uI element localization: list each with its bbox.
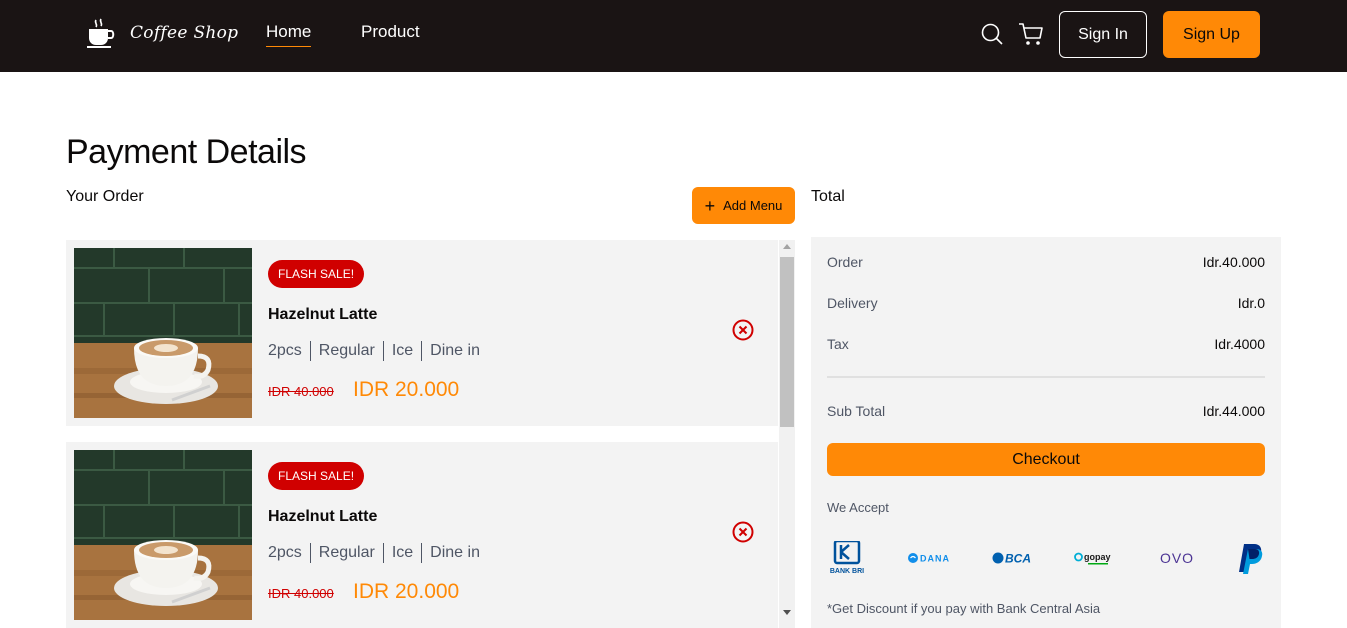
- navbar: Coffee Shop Home Product Sign In Sign Up: [0, 0, 1347, 72]
- product-image: [74, 450, 252, 620]
- item-service: Dine in: [430, 544, 480, 561]
- product-image: [74, 248, 252, 418]
- order-value: Idr.40.000: [1202, 254, 1265, 270]
- scroll-thumb[interactable]: [780, 257, 794, 427]
- paypal-logo: [1237, 542, 1265, 574]
- brand-logo[interactable]: Coffee Shop: [86, 18, 238, 48]
- gopay-wordmark: gopay: [1084, 552, 1111, 562]
- bca-logo: BCA: [992, 550, 1034, 566]
- original-price: IDR 40.000: [268, 384, 334, 399]
- sign-up-button[interactable]: Sign Up: [1163, 11, 1260, 58]
- summary-row-tax: Tax Idr.4000: [827, 336, 1265, 352]
- dana-wordmark: DANA: [920, 554, 950, 564]
- separator: [421, 341, 423, 361]
- bca-wordmark: BCA: [1005, 552, 1031, 566]
- separator: [382, 341, 384, 361]
- item-qty: 2pcs: [268, 342, 302, 359]
- separator: [309, 341, 311, 361]
- subtotal-value: Idr.44.000: [1202, 403, 1265, 419]
- item-options: 2pcs Regular Ice Dine in: [268, 543, 480, 563]
- discount-note: *Get Discount if you pay with Bank Centr…: [827, 601, 1101, 616]
- item-options: 2pcs Regular Ice Dine in: [268, 341, 480, 361]
- item-temperature: Ice: [391, 342, 414, 359]
- checkout-button[interactable]: Checkout: [827, 443, 1265, 476]
- brand-name: Coffee Shop: [130, 23, 239, 43]
- sign-in-button[interactable]: Sign In: [1059, 11, 1147, 58]
- item-name: Hazelnut Latte: [268, 508, 378, 525]
- remove-circle-x-icon[interactable]: [732, 319, 754, 341]
- total-panel: Order Idr.40.000 Delivery Idr.0 Tax Idr.…: [811, 237, 1281, 628]
- we-accept-label: We Accept: [827, 500, 889, 515]
- dana-logo: DANA: [907, 550, 951, 566]
- sale-price: IDR 20.000: [353, 580, 460, 603]
- original-price: IDR 40.000: [268, 586, 334, 601]
- item-name: Hazelnut Latte: [268, 306, 378, 323]
- delivery-label: Delivery: [827, 295, 878, 311]
- ovo-wordmark: OVO: [1160, 550, 1194, 566]
- nav-link-home[interactable]: Home: [266, 22, 312, 47]
- payment-methods: BANK BRI DANA BCA gopay OVO: [827, 540, 1265, 576]
- cart-icon[interactable]: [1018, 22, 1044, 46]
- page-title: Payment Details: [66, 133, 307, 171]
- summary-divider: [827, 376, 1265, 378]
- tax-label: Tax: [827, 336, 849, 352]
- search-icon[interactable]: [980, 22, 1004, 46]
- separator: [421, 543, 423, 563]
- total-heading: Total: [811, 188, 845, 205]
- gopay-logo: gopay: [1074, 550, 1116, 566]
- remove-circle-x-icon[interactable]: [732, 521, 754, 543]
- add-menu-label: Add Menu: [723, 198, 783, 213]
- item-qty: 2pcs: [268, 544, 302, 561]
- your-order-heading: Your Order: [66, 188, 144, 205]
- separator: [382, 543, 384, 563]
- bri-wordmark: BANK BRI: [830, 568, 864, 575]
- item-size: Regular: [318, 342, 375, 359]
- plus-icon: +: [704, 195, 716, 216]
- add-menu-button[interactable]: + Add Menu: [692, 187, 795, 224]
- order-list-scrollbar[interactable]: [779, 240, 795, 628]
- item-temperature: Ice: [391, 544, 414, 561]
- order-list[interactable]: FLASH SALE! Hazelnut Latte 2pcs Regular …: [66, 240, 795, 628]
- summary-row-order: Order Idr.40.000: [827, 254, 1265, 270]
- ovo-logo: OVO: [1157, 550, 1197, 566]
- scroll-up-arrow-icon[interactable]: [783, 244, 791, 249]
- item-size: Regular: [318, 544, 375, 561]
- coffee-cup-icon: [87, 18, 115, 48]
- sale-price: IDR 20.000: [353, 378, 460, 401]
- scroll-down-arrow-icon[interactable]: [783, 610, 791, 615]
- delivery-value: Idr.0: [1237, 295, 1265, 311]
- summary-row-subtotal: Sub Total Idr.44.000: [827, 403, 1265, 419]
- order-label: Order: [827, 254, 863, 270]
- subtotal-label: Sub Total: [827, 403, 886, 419]
- bank-bri-logo: BANK BRI: [827, 541, 867, 575]
- item-service: Dine in: [430, 342, 480, 359]
- flash-sale-badge: FLASH SALE!: [268, 462, 365, 490]
- summary-row-delivery: Delivery Idr.0: [827, 295, 1265, 311]
- separator: [309, 543, 311, 563]
- order-card: FLASH SALE! Hazelnut Latte 2pcs Regular …: [66, 442, 778, 628]
- order-card: FLASH SALE! Hazelnut Latte 2pcs Regular …: [66, 240, 778, 426]
- nav-link-product[interactable]: Product: [361, 22, 420, 42]
- flash-sale-badge: FLASH SALE!: [268, 260, 365, 288]
- tax-value: Idr.4000: [1214, 336, 1265, 352]
